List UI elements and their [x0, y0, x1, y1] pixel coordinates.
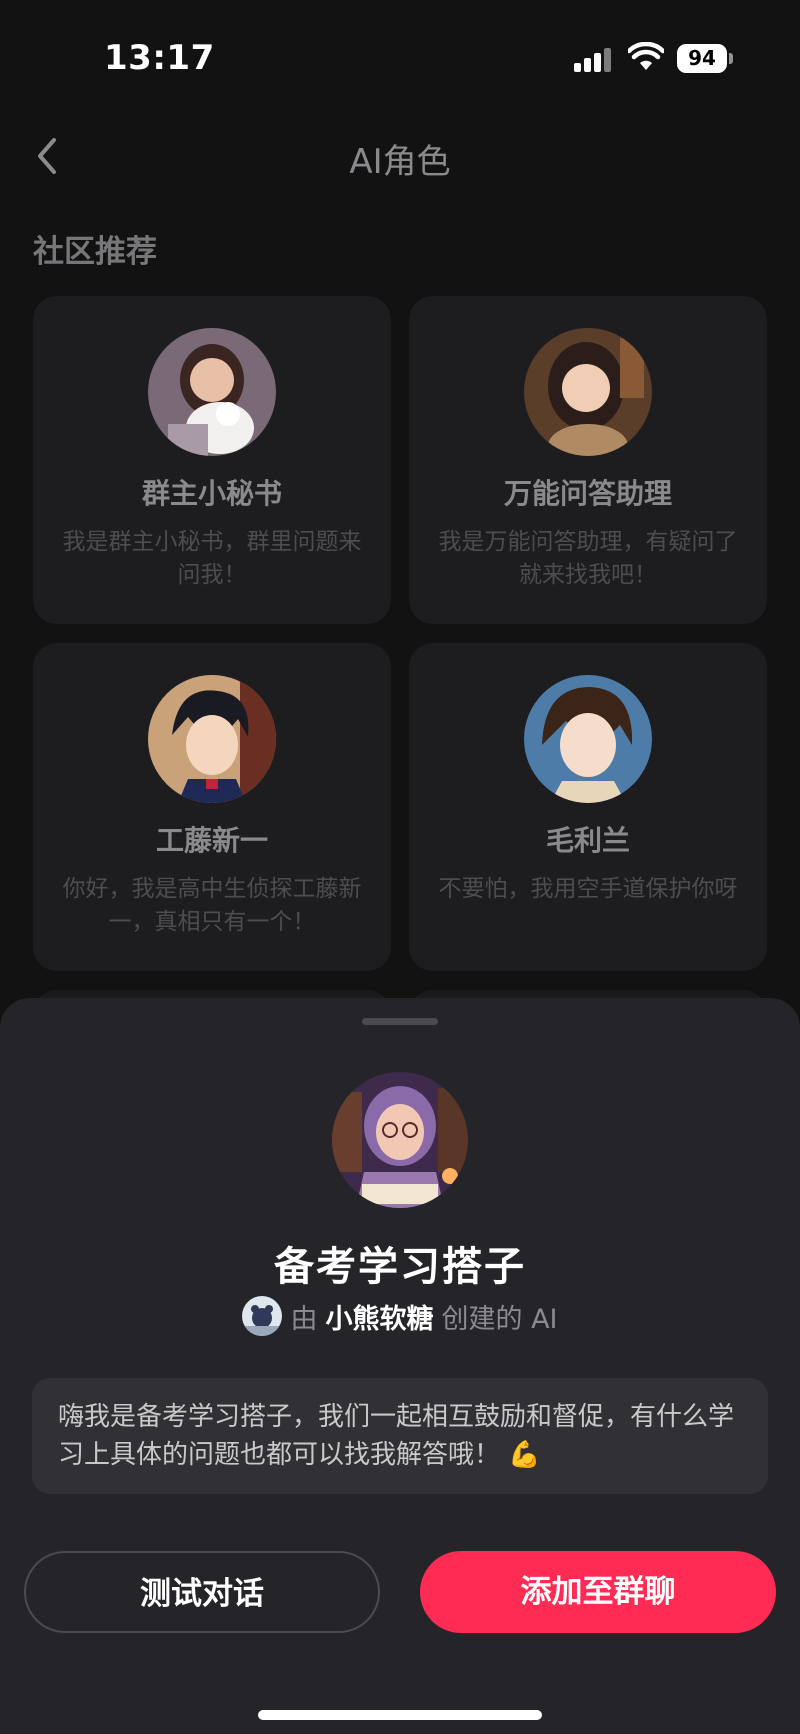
- character-card[interactable]: 工藤新一 你好，我是高中生侦探工藤新一，真相只有一个！: [33, 643, 391, 971]
- created-ai-label: 创建的 AI: [441, 1303, 558, 1335]
- screen: 13:17 94 AI角色 社区推荐 群主小秘书 我是群主小秘书，群里问题来问我…: [0, 0, 800, 1734]
- page-title: AI角色: [349, 142, 451, 182]
- battery-indicator: 94: [677, 44, 727, 73]
- character-name: 群主小秘书: [141, 477, 282, 510]
- section-title: 社区推荐: [33, 234, 157, 270]
- character-description: 我是群主小秘书，群里问题来问我！: [62, 529, 362, 588]
- creator-avatar[interactable]: [242, 1296, 283, 1336]
- character-name: 工藤新一: [155, 824, 268, 857]
- character-description: 我是万能问答助理，有疑问了就来找我吧！: [438, 529, 738, 588]
- character-avatar: [148, 675, 276, 803]
- battery-tip: [729, 53, 733, 64]
- wifi-icon: [628, 42, 664, 70]
- character-name: 毛利兰: [545, 824, 630, 857]
- character-description: 你好，我是高中生侦探工藤新一，真相只有一个！: [62, 876, 362, 935]
- character-card[interactable]: 群主小秘书 我是群主小秘书，群里问题来问我！: [33, 296, 391, 624]
- greeting-box: 嗨我是备考学习搭子，我们一起相互鼓励和督促，有什么学习上具体的问题也都可以找我解…: [32, 1378, 768, 1494]
- nav-bar: AI角色: [0, 118, 800, 192]
- sheet-grabber[interactable]: [362, 1018, 438, 1025]
- add-to-group-button[interactable]: 添加至群聊: [420, 1551, 776, 1633]
- character-avatar: [524, 328, 652, 456]
- character-avatar: [148, 328, 276, 456]
- home-indicator: [258, 1710, 542, 1720]
- selected-character-avatar: [332, 1072, 468, 1208]
- selected-character-name: 备考学习搭子: [274, 1244, 526, 1290]
- character-description: 不要怕，我用空手道保护你呀: [438, 876, 738, 902]
- character-name: 万能问答助理: [503, 477, 672, 510]
- by-label: 由: [290, 1303, 318, 1335]
- greeting-text: 嗨我是备考学习搭子，我们一起相互鼓励和督促，有什么学习上具体的问题也都可以找我解…: [58, 1402, 735, 1470]
- cellular-signal-icon: [574, 46, 614, 72]
- creator-row: 由 小熊软糖 创建的 AI: [0, 1296, 800, 1338]
- status-bar: 13:17 94: [0, 0, 800, 118]
- character-card[interactable]: 万能问答助理 我是万能问答助理，有疑问了就来找我吧！: [409, 296, 767, 624]
- status-time: 13:17: [104, 38, 215, 78]
- character-card[interactable]: 毛利兰 不要怕，我用空手道保护你呀: [409, 643, 767, 971]
- character-detail-sheet: 备考学习搭子 由 小熊软糖 创建的 AI 嗨我是备考学习搭子，我们一起相互鼓励和…: [0, 998, 800, 1734]
- creator-name[interactable]: 小熊软糖: [325, 1297, 433, 1336]
- character-avatar: [524, 675, 652, 803]
- test-chat-button[interactable]: 测试对话: [24, 1551, 380, 1633]
